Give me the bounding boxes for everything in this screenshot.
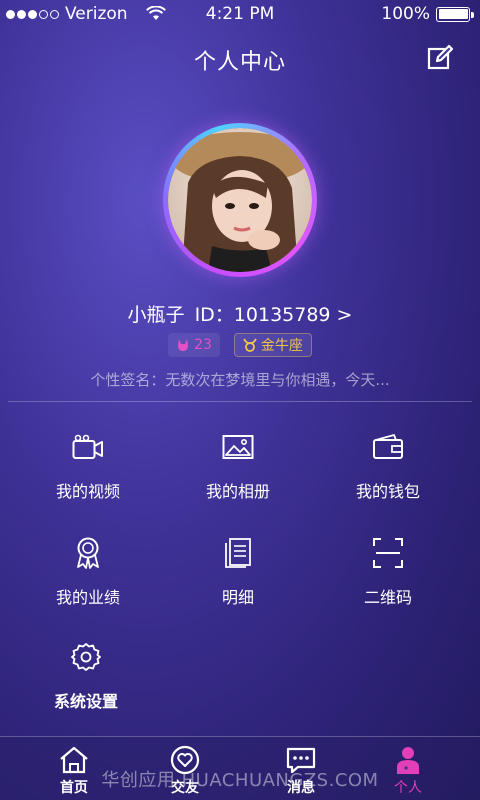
profile-name: 小瓶子 [127,304,185,326]
menu-item-qrcode[interactable]: 二维码 [308,536,468,608]
divider [8,401,472,402]
tab-label: 消息 [287,780,315,796]
level-value: 23 [194,337,212,353]
profile-id: ID：10135789 > [194,304,353,326]
menu-item-label: 我的钱包 [355,482,420,501]
menu-item-label: 我的业绩 [55,588,120,607]
tab-bar: 首页 交友 消息 个人 [0,736,480,800]
menu-item-performance[interactable]: 我的业绩 [8,536,168,608]
avatar-portrait [168,128,312,272]
edit-icon [427,44,454,70]
status-right: 100% [381,4,474,24]
profile-badges: 23 金牛座 [0,333,480,357]
person-icon [397,747,419,774]
menu-item-label: 系统设置 [53,692,118,711]
tab-messages[interactable]: 消息 [241,745,361,797]
menu-item-wallet[interactable]: 我的钱包 [308,430,468,502]
battery-percent: 100% [381,4,430,24]
signature-text: 个性签名：无数次在梦境里与你相遇，今天... [90,371,390,389]
tab-friends[interactable]: 交友 [125,745,245,797]
menu-item-label: 明细 [221,588,254,607]
page-title: 个人中心 [193,50,286,75]
battery-icon [436,6,474,22]
menu-item-label: 二维码 [363,588,412,607]
avatar-ring[interactable] [163,123,317,277]
tab-label: 交友 [171,780,199,796]
heart-chat-icon [170,745,200,775]
zodiac-badge: 金牛座 [233,333,312,357]
edit-button[interactable] [426,44,454,72]
video-camera-icon [71,430,105,464]
status-bar: Verizon 4:21 PM 100% [0,0,480,30]
level-badge: 23 [168,333,220,357]
menu-item-settings[interactable]: 系统设置 [6,640,166,712]
photo-album-icon [221,430,255,464]
tab-label: 首页 [60,780,88,796]
tab-home[interactable]: 首页 [14,745,134,797]
home-icon [60,746,88,774]
avatar [168,128,312,272]
zodiac-value: 金牛座 [260,338,303,354]
menu-item-label: 我的相册 [205,482,270,501]
menu-item-videos[interactable]: 我的视频 [8,430,168,502]
tab-label: 个人 [394,780,422,796]
bunny-icon [178,339,189,351]
qr-scan-icon [371,536,405,570]
wallet-icon [371,430,405,464]
menu-item-label: 我的视频 [55,482,120,501]
menu-item-albums[interactable]: 我的相册 [158,430,318,502]
document-list-icon [221,536,255,570]
menu-item-details[interactable]: 明细 [158,536,318,608]
message-bubble-icon [286,747,316,774]
tab-profile[interactable]: 个人 [348,745,468,797]
award-ribbon-icon [71,536,105,570]
taurus-icon [243,338,257,352]
gear-icon [69,640,103,674]
profile-name-id[interactable]: 小瓶子 ID：10135789 > [0,300,480,327]
